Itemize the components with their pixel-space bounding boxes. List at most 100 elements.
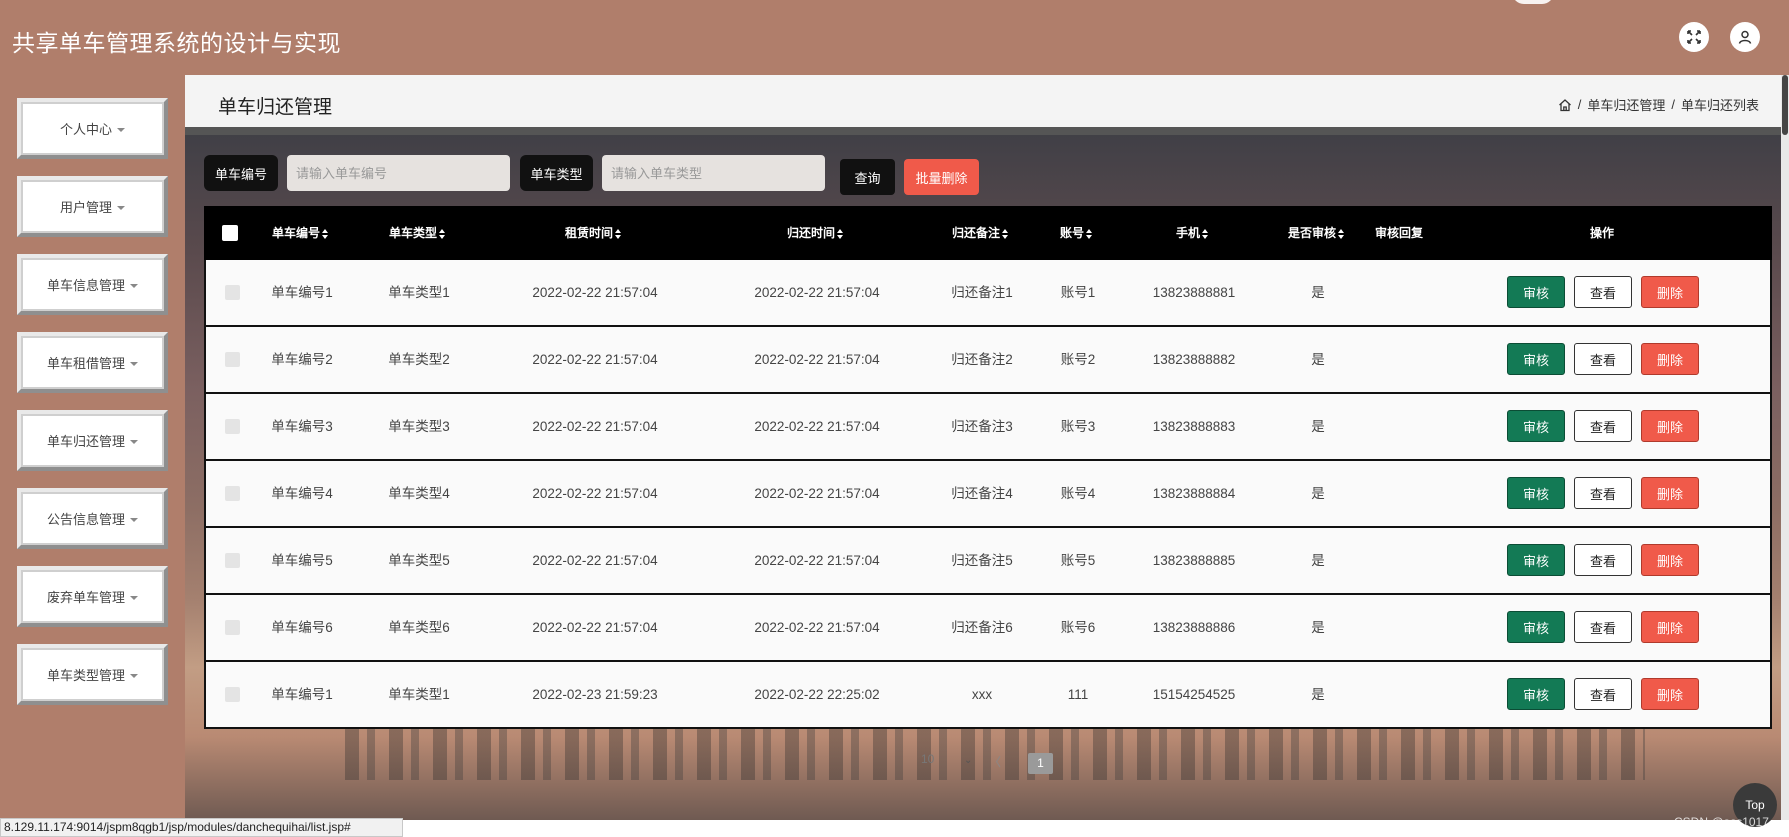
bike-type-input[interactable]	[602, 155, 825, 191]
delete-button[interactable]: 删除	[1641, 276, 1699, 308]
cell-audited: 是	[1311, 285, 1325, 300]
sort-icon	[1002, 228, 1008, 239]
prev-page-button[interactable]: 〈	[989, 753, 1001, 770]
user-icon	[1738, 30, 1752, 44]
app-title: 共享单车管理系统的设计与实现	[12, 30, 341, 56]
chevron-down-icon	[117, 205, 125, 210]
sidebar-item-abandoned-bikes[interactable]: 废弃单车管理	[17, 566, 168, 627]
delete-button[interactable]: 删除	[1641, 544, 1699, 576]
cell-audit-reply	[1356, 528, 1446, 593]
cell-rent-time: 2022-02-23 21:59:23	[532, 687, 658, 702]
sort-icon	[837, 228, 843, 239]
cell-return-time: 2022-02-22 21:57:04	[754, 553, 880, 568]
cell-return-time: 2022-02-22 21:57:04	[754, 419, 880, 434]
batch-delete-button[interactable]: 批量删除	[904, 159, 979, 195]
delete-button[interactable]: 删除	[1641, 678, 1699, 710]
sidebar-item-personal-center[interactable]: 个人中心	[17, 98, 168, 159]
approve-button[interactable]: 审核	[1507, 343, 1565, 375]
delete-button[interactable]: 删除	[1641, 477, 1699, 509]
approve-button[interactable]: 审核	[1507, 611, 1565, 643]
view-button[interactable]: 查看	[1574, 678, 1632, 710]
approve-button[interactable]: 审核	[1507, 544, 1565, 576]
cell-phone: 13823888884	[1152, 486, 1236, 501]
col-return-note[interactable]: 归还备注	[930, 206, 1030, 260]
view-button[interactable]: 查看	[1574, 410, 1632, 442]
cell-audit-reply	[1356, 394, 1446, 459]
sidebar-item-bike-types[interactable]: 单车类型管理	[17, 644, 168, 705]
sidebar-item-bike-return[interactable]: 单车归还管理	[17, 410, 168, 471]
col-actions: 操作	[1589, 226, 1614, 240]
delete-button[interactable]: 删除	[1641, 611, 1699, 643]
row-checkbox[interactable]	[225, 553, 240, 568]
col-account[interactable]: 账号	[1046, 206, 1106, 260]
sort-icon	[322, 228, 328, 239]
cell-return-time: 2022-02-22 21:57:04	[754, 620, 880, 635]
fullscreen-button[interactable]	[1679, 22, 1709, 52]
cell-rent-time: 2022-02-22 21:57:04	[532, 553, 658, 568]
delete-button[interactable]: 删除	[1641, 410, 1699, 442]
col-bike-no[interactable]: 单车编号	[250, 206, 350, 260]
col-return-time[interactable]: 归还时间	[730, 206, 900, 260]
cell-account: 账号5	[1060, 553, 1096, 568]
page-number-current[interactable]: 1	[1028, 753, 1053, 774]
sidebar-item-bike-rental[interactable]: 单车租借管理	[17, 332, 168, 393]
sidebar-item-user-management[interactable]: 用户管理	[17, 176, 168, 237]
col-bike-type[interactable]: 单车类型	[372, 206, 462, 260]
row-checkbox[interactable]	[225, 419, 240, 434]
view-button[interactable]: 查看	[1574, 276, 1632, 308]
table-header: 单车编号 单车类型 租赁时间 归还时间 归还备注 账号 手机 是否审核 审核回复…	[204, 206, 1772, 260]
sidebar-item-bike-info[interactable]: 单车信息管理	[17, 254, 168, 315]
view-button[interactable]: 查看	[1574, 343, 1632, 375]
approve-button[interactable]: 审核	[1507, 276, 1565, 308]
home-icon[interactable]	[1558, 98, 1572, 112]
breadcrumb-level1[interactable]: 单车归还管理	[1587, 95, 1665, 114]
col-rent-time[interactable]: 租赁时间	[508, 206, 678, 260]
approve-button[interactable]: 审核	[1507, 678, 1565, 710]
query-button[interactable]: 查询	[840, 159, 895, 195]
breadcrumb-separator: /	[1577, 97, 1582, 112]
table-row: 单车编号4 单车类型4 2022-02-22 21:57:04 2022-02-22 …	[204, 461, 1772, 528]
cell-return-note: xxx	[971, 687, 993, 702]
cell-bike-type: 单车类型1	[388, 687, 450, 702]
row-checkbox[interactable]	[225, 687, 240, 702]
sidebar-item-announcements[interactable]: 公告信息管理	[17, 488, 168, 549]
scrollbar-thumb[interactable]	[1782, 75, 1788, 135]
approve-button[interactable]: 审核	[1507, 410, 1565, 442]
sidebar-item-label: 单车归还管理	[46, 434, 125, 449]
cell-audit-reply	[1356, 662, 1446, 727]
sidebar-item-label: 用户管理	[59, 200, 112, 215]
cell-return-note: 归还备注2	[951, 352, 1013, 367]
select-all-checkbox[interactable]	[222, 225, 238, 241]
delete-button[interactable]: 删除	[1641, 343, 1699, 375]
cell-rent-time: 2022-02-22 21:57:04	[532, 486, 658, 501]
cell-return-note: 归还备注6	[951, 620, 1013, 635]
row-checkbox[interactable]	[225, 352, 240, 367]
cell-account: 账号4	[1060, 486, 1096, 501]
fullscreen-icon	[1687, 30, 1701, 44]
bike-no-input[interactable]	[287, 155, 510, 191]
col-audited[interactable]: 是否审核	[1266, 206, 1366, 260]
row-checkbox[interactable]	[225, 486, 240, 501]
chevron-down-icon[interactable]: ⌄	[964, 755, 972, 766]
cell-phone: 13823888885	[1152, 553, 1236, 568]
user-button[interactable]	[1730, 22, 1760, 52]
row-checkbox[interactable]	[225, 285, 240, 300]
table-row: 单车编号3 单车类型3 2022-02-22 21:57:04 2022-02-22 …	[204, 394, 1772, 461]
approve-button[interactable]: 审核	[1507, 477, 1565, 509]
cell-account: 账号2	[1060, 352, 1096, 367]
table-row: 单车编号2 单车类型2 2022-02-22 21:57:04 2022-02-22 …	[204, 327, 1772, 394]
page-scrollbar[interactable]	[1781, 75, 1789, 820]
cell-bike-no: 单车编号5	[271, 553, 333, 568]
view-button[interactable]: 查看	[1574, 544, 1632, 576]
col-phone[interactable]: 手机	[1132, 206, 1252, 260]
view-button[interactable]: 查看	[1574, 611, 1632, 643]
app-header: 共享单车管理系统的设计与实现	[0, 0, 1789, 75]
view-button[interactable]: 查看	[1574, 477, 1632, 509]
cell-audited: 是	[1311, 419, 1325, 434]
cell-rent-time: 2022-02-22 21:57:04	[532, 620, 658, 635]
cell-audited: 是	[1311, 352, 1325, 367]
page-size-select[interactable]: 10	[921, 752, 934, 766]
row-checkbox[interactable]	[225, 620, 240, 635]
sidebar-item-label: 个人中心	[59, 122, 112, 137]
watermark-text: CSDN @ass1017	[1674, 815, 1769, 829]
